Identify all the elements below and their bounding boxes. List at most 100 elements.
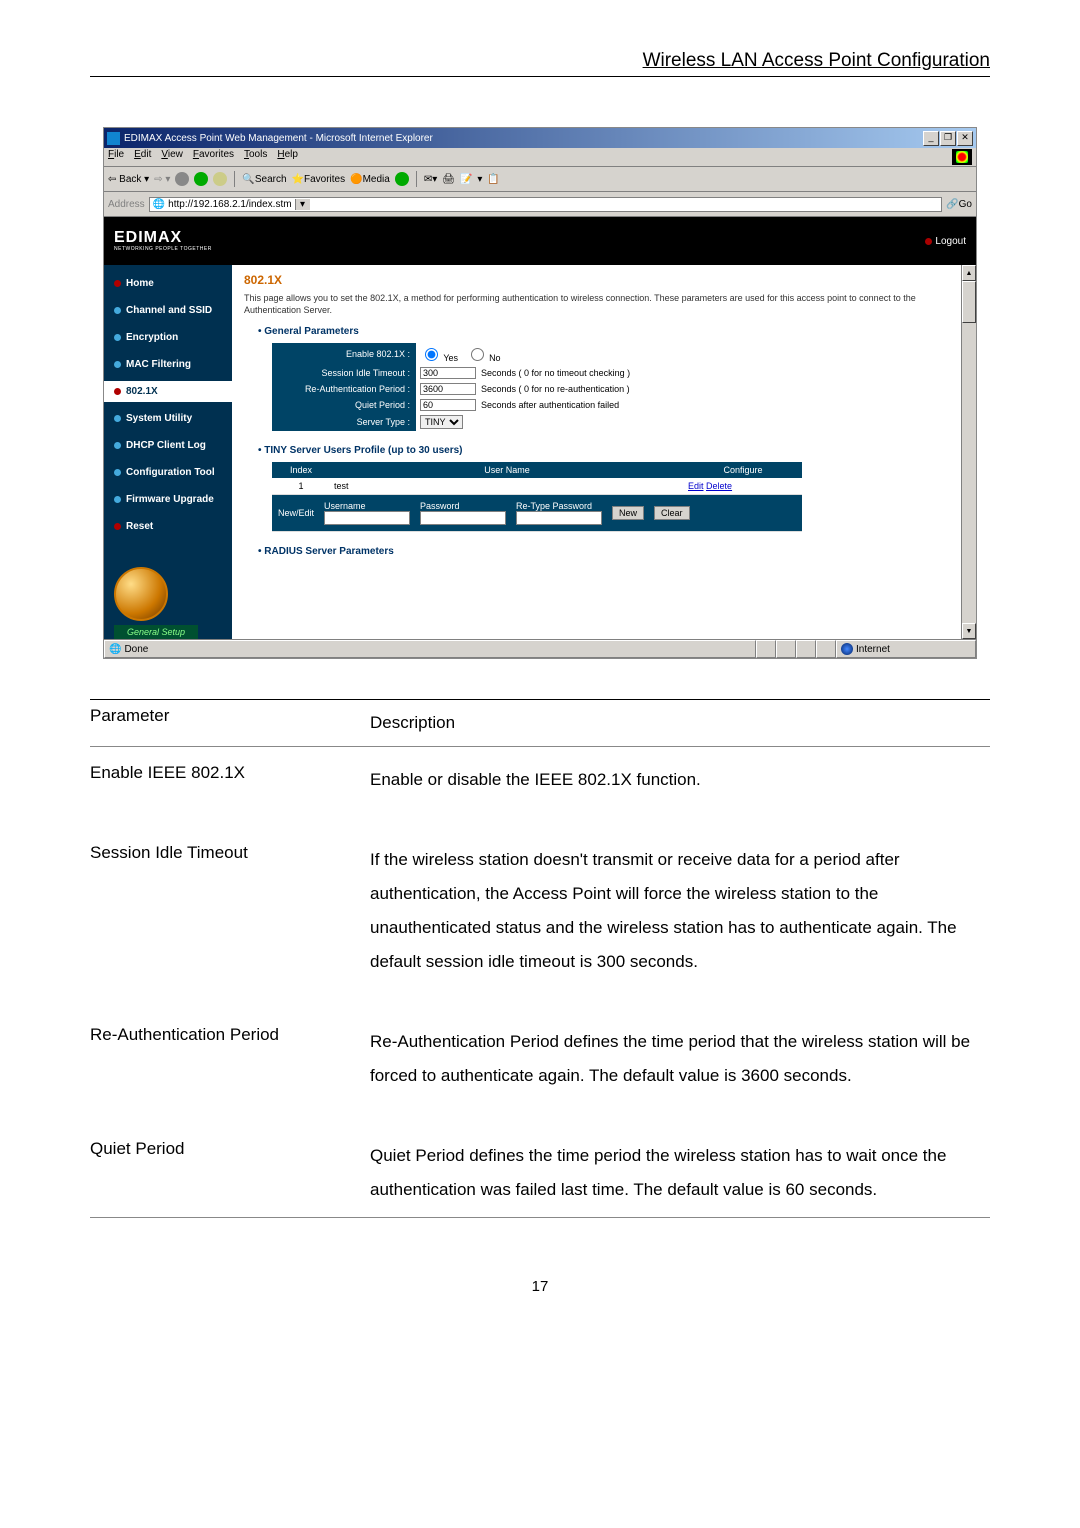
media-button[interactable]: 🟠Media bbox=[350, 174, 390, 185]
doc-desc: Quiet Period defines the time period the… bbox=[370, 1139, 990, 1207]
page-icon: 🌐 bbox=[153, 199, 165, 210]
menu-tools[interactable]: Tools bbox=[244, 149, 267, 165]
main-panel: 802.1X This page allows you to set the 8… bbox=[232, 217, 976, 639]
discuss-icon[interactable]: ▾ bbox=[477, 174, 482, 185]
sit-suffix: Seconds ( 0 for no timeout checking ) bbox=[481, 368, 630, 378]
logout-dot-icon bbox=[925, 238, 932, 245]
re-auth-period-input[interactable] bbox=[420, 383, 476, 395]
scroll-up-icon[interactable]: ▲ bbox=[962, 265, 976, 281]
rap-suffix: Seconds ( 0 for no re-authentication ) bbox=[481, 384, 630, 394]
cell-index: 1 bbox=[272, 478, 330, 495]
sidebar-item-channel-ssid[interactable]: Channel and SSID bbox=[104, 300, 232, 321]
related-icon[interactable]: 📋 bbox=[487, 174, 499, 185]
scroll-down-icon[interactable]: ▼ bbox=[962, 623, 976, 639]
address-dropdown-icon[interactable]: ▾ bbox=[295, 199, 310, 210]
status-cell bbox=[816, 640, 836, 658]
favorites-button[interactable]: ⭐Favorites bbox=[292, 174, 346, 185]
address-label: Address bbox=[108, 199, 145, 210]
edit-icon[interactable]: 📝 bbox=[460, 174, 472, 185]
enable-no-radio[interactable]: No bbox=[466, 353, 501, 363]
doc-row: Quiet Period Quiet Period defines the ti… bbox=[90, 1123, 990, 1217]
search-button[interactable]: 🔍Search bbox=[242, 174, 286, 185]
sidebar-item-encryption[interactable]: Encryption bbox=[104, 327, 232, 348]
status-cell bbox=[756, 640, 776, 658]
new-edit-row: New/Edit Username Password bbox=[272, 495, 802, 532]
home-icon[interactable] bbox=[213, 172, 227, 186]
password-input[interactable] bbox=[420, 511, 506, 525]
history-icon[interactable] bbox=[395, 172, 409, 186]
doc-row: Session Idle Timeout If the wireless sta… bbox=[90, 827, 990, 1009]
vertical-scrollbar[interactable]: ▲ ▼ bbox=[961, 265, 976, 639]
status-done-text: Done bbox=[124, 644, 148, 655]
edit-link[interactable]: Edit bbox=[688, 481, 704, 491]
qp-suffix: Seconds after authentication failed bbox=[481, 400, 619, 410]
scroll-thumb[interactable] bbox=[962, 281, 976, 323]
refresh-icon[interactable] bbox=[194, 172, 208, 186]
stop-icon[interactable] bbox=[175, 172, 189, 186]
menu-file[interactable]: File bbox=[108, 149, 124, 165]
maximize-button[interactable]: ❐ bbox=[940, 131, 956, 146]
sidebar-item-reset[interactable]: Reset bbox=[104, 516, 232, 537]
menu-edit[interactable]: Edit bbox=[134, 149, 151, 165]
general-setup-label: General Setup bbox=[114, 625, 198, 639]
sidebar-item-mac-filtering[interactable]: MAC Filtering bbox=[104, 354, 232, 375]
menu-favorites[interactable]: Favorites bbox=[193, 149, 234, 165]
go-button[interactable]: 🔗Go bbox=[946, 199, 972, 210]
server-type-select[interactable]: TINY bbox=[420, 415, 463, 429]
sidebar-item-8021x[interactable]: 802.1X bbox=[104, 381, 233, 402]
delete-link[interactable]: Delete bbox=[706, 481, 732, 491]
brand-logo: EDIMAX NETWORKING PEOPLE TOGETHER bbox=[114, 230, 212, 252]
sidebar: Home Channel and SSID Encryption MAC Fil… bbox=[104, 217, 232, 639]
session-idle-timeout-input[interactable] bbox=[420, 367, 476, 379]
status-cell bbox=[776, 640, 796, 658]
sidebar-item-firmware-upgrade[interactable]: Firmware Upgrade bbox=[104, 489, 232, 510]
address-url: http://192.168.2.1/index.stm bbox=[168, 199, 291, 210]
ie-throbber-icon bbox=[952, 149, 972, 165]
username-input[interactable] bbox=[324, 511, 410, 525]
logout-link[interactable]: Logout bbox=[925, 236, 966, 247]
page-header: Wireless LAN Access Point Configuration bbox=[90, 50, 990, 77]
page-title: 802.1X bbox=[244, 273, 964, 287]
th-index: Index bbox=[272, 462, 330, 478]
internet-zone-icon bbox=[841, 643, 853, 655]
browser-window: EDIMAX Access Point Web Management - Mic… bbox=[103, 127, 977, 659]
menu-help[interactable]: Help bbox=[277, 149, 298, 165]
page-number: 17 bbox=[90, 1278, 990, 1295]
window-title: EDIMAX Access Point Web Management - Mic… bbox=[124, 133, 923, 144]
session-idle-timeout-label: Session Idle Timeout : bbox=[272, 365, 416, 381]
enable-yes-radio[interactable]: Yes bbox=[420, 353, 458, 363]
back-button[interactable]: ⇦ Back ▾ bbox=[108, 174, 149, 185]
sidebar-item-dhcp-client-log[interactable]: DHCP Client Log bbox=[104, 435, 232, 456]
quiet-period-label: Quiet Period : bbox=[272, 397, 416, 413]
doc-header-parameter: Parameter bbox=[90, 706, 370, 740]
status-zone-text: Internet bbox=[856, 644, 890, 655]
quiet-period-input[interactable] bbox=[420, 399, 476, 411]
toolbar: ⇦ Back ▾ ⇨ ▾ 🔍Search ⭐Favorites 🟠Media ✉… bbox=[104, 167, 976, 192]
table-row: 1 test Edit Delete bbox=[272, 478, 802, 495]
mail-icon[interactable]: ✉▾ bbox=[424, 174, 437, 185]
retype-password-label: Re-Type Password bbox=[516, 501, 602, 511]
clear-button[interactable]: Clear bbox=[654, 506, 690, 520]
re-auth-period-label: Re-Authentication Period : bbox=[272, 381, 416, 397]
sidebar-item-system-utility[interactable]: System Utility bbox=[104, 408, 232, 429]
cell-username: test bbox=[330, 478, 684, 495]
parameter-doc-section: Parameter Description Enable IEEE 802.1X… bbox=[90, 699, 990, 1218]
menu-view[interactable]: View bbox=[161, 149, 183, 165]
doc-desc: Re-Authentication Period defines the tim… bbox=[370, 1025, 990, 1093]
print-icon[interactable]: 🖨 bbox=[442, 174, 455, 185]
sidebar-item-home[interactable]: Home bbox=[104, 273, 232, 294]
retype-password-input[interactable] bbox=[516, 511, 602, 525]
close-button[interactable]: ✕ bbox=[957, 131, 973, 146]
new-button[interactable]: New bbox=[612, 506, 644, 520]
address-input[interactable]: 🌐 http://192.168.2.1/index.stm ▾ bbox=[149, 197, 943, 212]
doc-desc: Enable or disable the IEEE 802.1X functi… bbox=[370, 763, 990, 797]
ie-icon bbox=[107, 132, 120, 145]
doc-param: Enable IEEE 802.1X bbox=[90, 763, 370, 797]
sidebar-item-configuration-tool[interactable]: Configuration Tool bbox=[104, 462, 232, 483]
minimize-button[interactable]: _ bbox=[923, 131, 939, 146]
new-edit-label: New/Edit bbox=[278, 508, 314, 518]
enable-8021x-label: Enable 802.1X : bbox=[272, 343, 416, 365]
status-cell bbox=[796, 640, 816, 658]
forward-button: ⇨ ▾ bbox=[154, 174, 170, 185]
th-username: User Name bbox=[330, 462, 684, 478]
